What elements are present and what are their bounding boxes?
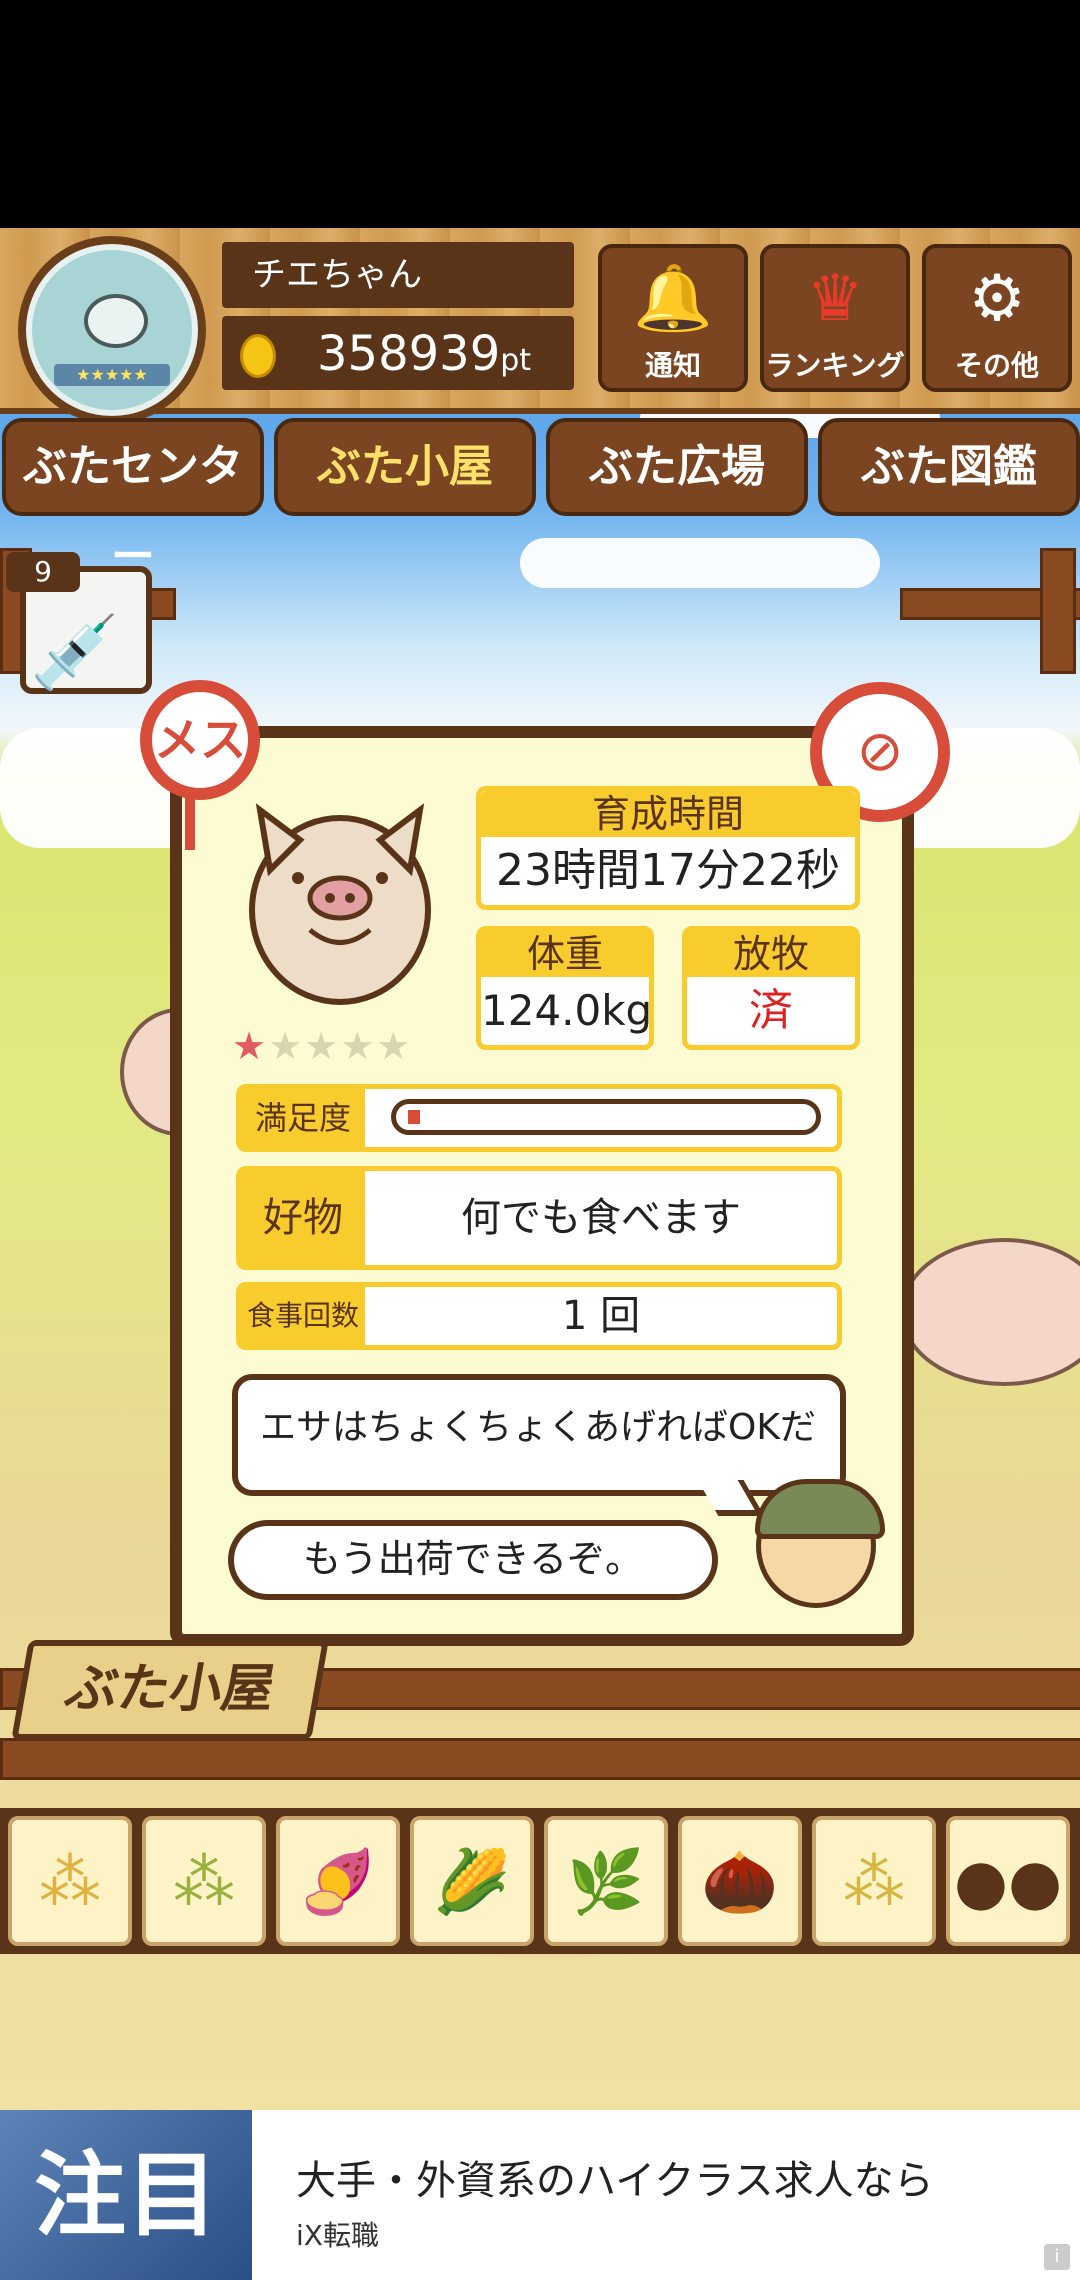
pig-face-icon [84,294,148,348]
rank-stars-icon: ★★★★★ [54,364,170,386]
satisfaction-label: 満足度 [241,1089,365,1147]
grain-plate-icon: ⁂ [843,1845,905,1918]
meal-count-row: 食事回数 1 回 [236,1282,842,1350]
star-rating: ★★★★★ [232,1024,412,1068]
food-slot-grain[interactable]: ⁂ [8,1816,132,1946]
weight-box: 体重 124.0kg [476,926,654,1050]
pasture-label: 放牧 [687,931,855,977]
food-slot-grain-plate[interactable]: ⁂ [812,1816,936,1946]
other-button[interactable]: ⚙ その他 [922,244,1072,392]
other-label: その他 [954,349,1039,382]
ad-sponsor: iX転職 [296,2219,379,2252]
points-number: 358939 [317,326,501,382]
fence-post [1040,548,1076,674]
player-avatar[interactable]: ★★★★★ [18,236,206,424]
food-slot-meatball[interactable]: ●● [946,1816,1070,1946]
food-slot-sweet-potato[interactable]: 🍠 [276,1816,400,1946]
tab-buta-center[interactable]: ぶたセンター [2,418,264,582]
location-sign: ぶた小屋 [11,1640,329,1740]
ad-banner[interactable]: 注目 大手・外資系のハイクラス求人なら iX転職 [0,2110,1080,2280]
food-slot-mixed-grain[interactable]: ⁂ [142,1816,266,1946]
ranking-button[interactable]: ♛ ランキング [760,244,910,392]
fence-rail [0,1738,1080,1780]
grain-pile-icon: ⁂ [39,1845,101,1918]
star-filled-icon: ★ [232,1024,269,1068]
ad-title: 大手・外資系のハイクラス求人なら [296,2158,934,2204]
acorn-icon: 🌰 [701,1845,779,1918]
tab-buta-zukan[interactable]: ぶた図鑑 [818,418,1080,516]
female-symbol-icon [185,790,195,850]
tab-buta-hut[interactable]: ぶた小屋 [274,418,536,516]
bell-icon: 🔔 [633,262,713,336]
satisfaction-bar [391,1099,821,1135]
background-pig [900,1238,1080,1386]
sweet-potato-icon: 🍠 [299,1845,377,1918]
food-slot-soybean[interactable]: 🌿 [544,1816,668,1946]
notification-button[interactable]: 🔔 通知 [598,244,748,392]
weight-label: 体重 [481,931,649,977]
syringe-count: 9 [6,552,80,592]
gear-icon: ⚙ [968,262,1026,336]
cloud [520,538,880,588]
points-unit: pt [500,343,532,378]
status-bar-area [0,0,1080,228]
coin-icon [240,334,276,378]
crown-icon: ♛ [806,262,864,336]
points-display: 358939pt [222,316,574,390]
star-empty-icon: ★★★★ [268,1024,413,1068]
meal-count-label: 食事回数 [241,1287,365,1345]
meal-count-value: 1 回 [561,1293,641,1339]
tab-buta-plaza[interactable]: ぶた広場 [546,418,808,516]
speech-bubble: エサはちょくちょくあげればOKだ [232,1374,846,1496]
food-slot-corn[interactable]: 🌽 [410,1816,534,1946]
favorite-food-row: 好物 何でも食べます [236,1166,842,1270]
ranking-label: ランキング [765,349,905,382]
meatball-plate-icon: ●● [953,1845,1063,1918]
weight-value: 124.0kg [481,986,653,1035]
speech-bubble: もう出荷できるぞ。 [228,1520,718,1600]
corn-icon: 🌽 [433,1845,511,1918]
pasture-box: 放牧 済 [682,926,860,1050]
pig-portrait [249,803,431,1005]
syringe-icon: 💉 [30,610,120,694]
favorite-label: 好物 [241,1171,365,1265]
player-name: チエちゃん [222,242,574,308]
points-value: 358939pt [317,326,531,382]
satisfaction-fill [408,1110,420,1124]
ad-info-icon[interactable]: i [1044,2244,1070,2270]
mixed-grain-icon: ⁂ [173,1845,235,1918]
ad-badge: 注目 [0,2110,252,2280]
farmer-avatar-icon [755,1479,885,1608]
grow-time-value: 23時間17分22秒 [496,845,840,896]
soybean-icon: 🌿 [567,1845,645,1918]
grow-time-label: 育成時間 [481,791,855,837]
satisfaction-row: 満足度 [236,1084,842,1152]
grow-time-box: 育成時間 23時間17分22秒 [476,786,860,910]
food-slot-acorn[interactable]: 🌰 [678,1816,802,1946]
pasture-value: 済 [749,985,793,1036]
notification-label: 通知 [644,349,701,382]
favorite-value: 何でも食べます [461,1195,741,1241]
